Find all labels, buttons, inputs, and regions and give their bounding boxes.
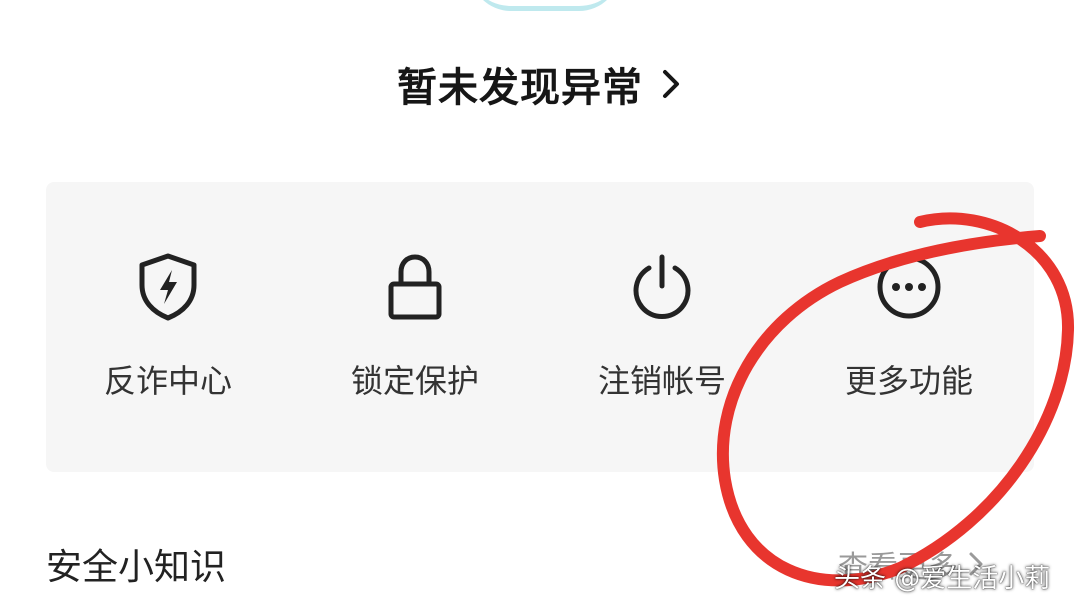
section-title: 安全小知识 bbox=[46, 547, 227, 588]
security-status-text: 暂未发现异常 bbox=[397, 65, 643, 111]
tool-label: 注销帐号 bbox=[597, 362, 726, 400]
tool-label: 更多功能 bbox=[844, 362, 973, 400]
tool-anti-fraud-center[interactable]: 反诈中心 bbox=[68, 252, 268, 402]
tool-more-features[interactable]: 更多功能 bbox=[809, 252, 1009, 402]
watermark-text: 头条 @爱生活小莉 bbox=[834, 564, 1051, 594]
lock-icon bbox=[379, 252, 451, 322]
power-icon bbox=[626, 252, 698, 322]
security-tools-panel: 反诈中心 锁定保护 注销帐号 更多功能 bbox=[46, 182, 1034, 472]
tool-label: 反诈中心 bbox=[103, 362, 232, 400]
shield-lightning-icon bbox=[132, 252, 204, 322]
tool-cancel-account[interactable]: 注销帐号 bbox=[562, 252, 762, 402]
more-dots-icon bbox=[873, 252, 945, 322]
chevron-right-icon bbox=[663, 70, 679, 98]
security-score-ring bbox=[470, 0, 620, 11]
tool-lock-protection[interactable]: 锁定保护 bbox=[315, 252, 515, 402]
security-status[interactable]: 暂未发现异常 bbox=[0, 52, 1080, 116]
tool-label: 锁定保护 bbox=[350, 362, 479, 400]
